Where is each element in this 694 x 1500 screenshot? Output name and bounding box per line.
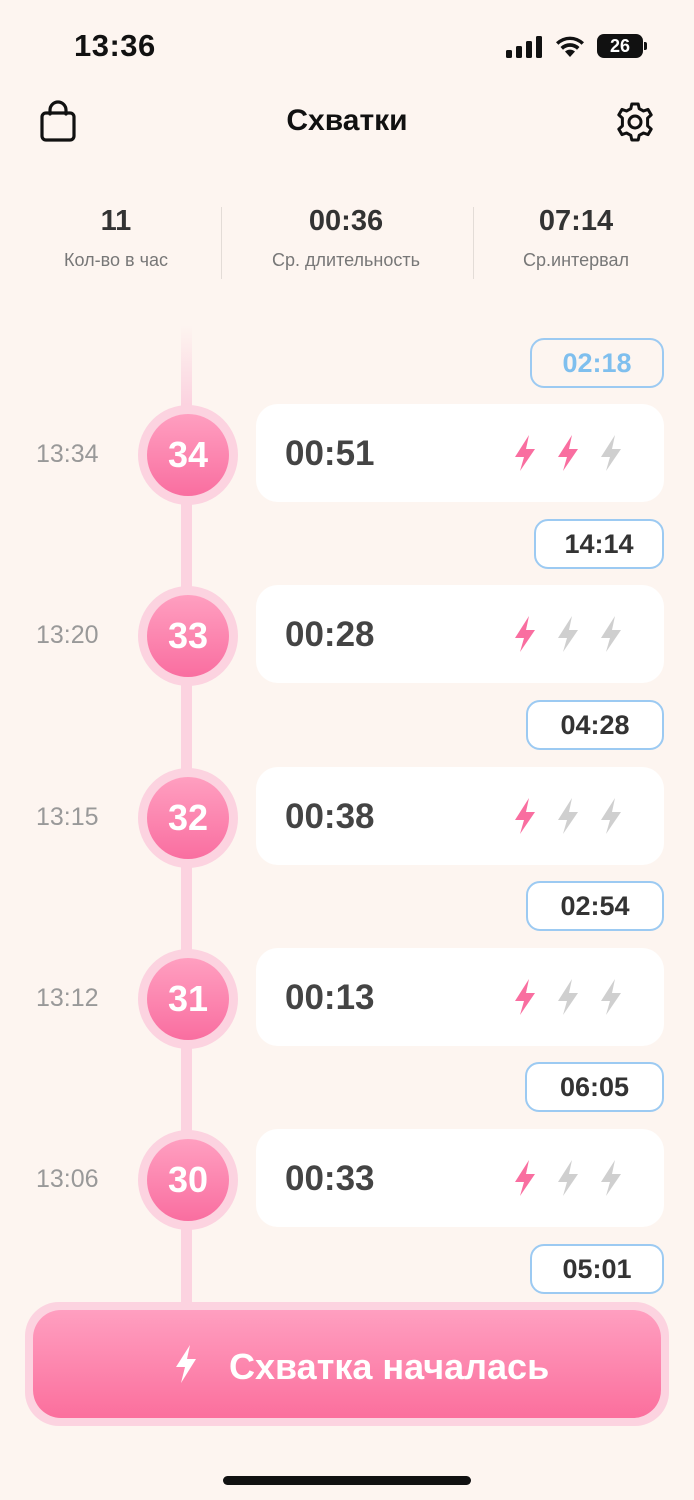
lightning-icon	[558, 1160, 578, 1196]
contraction-card[interactable]: 00:13	[256, 948, 664, 1046]
lightning-icon	[558, 435, 578, 471]
status-bar: 13:36 26	[0, 0, 694, 90]
contraction-number-badge: 32	[138, 768, 238, 868]
contraction-start-time: 13:12	[36, 984, 99, 1012]
contraction-card[interactable]: 00:33	[256, 1129, 664, 1227]
page-title: Схватки	[286, 104, 408, 137]
contraction-start-time: 13:34	[36, 440, 99, 468]
contraction-card[interactable]: 00:28	[256, 585, 664, 683]
wifi-icon	[556, 36, 584, 57]
start-button-frame: Схватка началась	[25, 1302, 669, 1426]
stat-value: 11	[100, 205, 132, 237]
contraction-card[interactable]: 00:38	[256, 767, 664, 865]
contraction-start-time: 13:15	[36, 803, 99, 831]
intensity-rating[interactable]	[510, 978, 640, 1018]
contraction-number: 31	[147, 958, 229, 1040]
contraction-duration: 00:28	[285, 615, 375, 654]
interval-badge: 06:05	[525, 1062, 664, 1112]
start-contraction-button[interactable]: Схватка началась	[33, 1310, 661, 1418]
contraction-duration: 00:13	[285, 978, 375, 1017]
interval-badge: 05:01	[530, 1244, 664, 1294]
contraction-card[interactable]: 00:51	[256, 404, 664, 502]
stat-label: Ср.интервал	[523, 250, 629, 270]
lightning-icon	[601, 1160, 621, 1196]
intensity-rating[interactable]	[510, 615, 640, 655]
contraction-start-time: 13:06	[36, 1165, 99, 1193]
lightning-icon	[558, 979, 578, 1015]
contraction-entry: 13:34 34 00:51	[0, 404, 694, 505]
divider	[473, 207, 474, 279]
contraction-number-badge: 34	[138, 405, 238, 505]
stat-avg-duration: 00:36 Ср. длительность	[246, 205, 446, 271]
interval-badge: 04:28	[526, 700, 664, 750]
lightning-icon	[601, 979, 621, 1015]
lightning-icon	[601, 798, 621, 834]
lightning-icon	[176, 1345, 196, 1383]
intensity-rating[interactable]	[510, 434, 640, 474]
contraction-start-time: 13:20	[36, 621, 99, 649]
lightning-icon	[515, 798, 535, 834]
contraction-number: 32	[147, 777, 229, 859]
contraction-entry: 13:06 30 00:33	[0, 1129, 694, 1230]
stat-value: 07:14	[538, 205, 614, 237]
contraction-number-badge: 33	[138, 586, 238, 686]
contraction-entry: 13:12 31 00:13	[0, 948, 694, 1049]
lightning-icon	[558, 616, 578, 652]
contraction-number: 33	[147, 595, 229, 677]
divider	[221, 207, 222, 279]
battery-icon: 26	[597, 34, 649, 58]
start-button-label: Схватка началась	[229, 1346, 550, 1387]
contraction-duration: 00:38	[285, 797, 375, 836]
lightning-icon	[515, 1160, 535, 1196]
contraction-duration: 00:51	[285, 434, 375, 473]
intensity-rating[interactable]	[510, 797, 640, 837]
battery-level: 26	[597, 34, 643, 58]
stat-label: Кол-во в час	[64, 250, 168, 270]
home-indicator	[223, 1476, 471, 1485]
contraction-duration: 00:33	[285, 1159, 375, 1198]
lightning-icon	[515, 979, 535, 1015]
lightning-icon	[558, 798, 578, 834]
contraction-number-badge: 31	[138, 949, 238, 1049]
stat-label: Ср. длительность	[272, 250, 420, 270]
interval-badge: 14:14	[534, 519, 664, 569]
intensity-rating[interactable]	[510, 1159, 640, 1199]
contraction-entry: 13:20 33 00:28	[0, 585, 694, 686]
lightning-icon	[515, 435, 535, 471]
lightning-icon	[601, 616, 621, 652]
interval-badge: 02:54	[526, 881, 664, 931]
stats-summary: 11 Кол-во в час 00:36 Ср. длительность 0…	[0, 205, 694, 280]
contraction-number: 30	[147, 1139, 229, 1221]
current-interval-badge: 02:18	[530, 338, 664, 388]
stat-per-hour: 11 Кол-во в час	[36, 205, 196, 271]
contraction-entry: 13:15 32 00:38	[0, 767, 694, 868]
cellular-signal-icon	[506, 36, 542, 58]
contraction-number-badge: 30	[138, 1130, 238, 1230]
lightning-icon	[601, 435, 621, 471]
stat-value: 00:36	[308, 205, 384, 237]
stat-avg-interval: 07:14 Ср.интервал	[496, 205, 656, 271]
status-time: 13:36	[74, 28, 156, 63]
lightning-icon	[515, 616, 535, 652]
contraction-number: 34	[147, 414, 229, 496]
gear-icon[interactable]	[613, 100, 657, 144]
